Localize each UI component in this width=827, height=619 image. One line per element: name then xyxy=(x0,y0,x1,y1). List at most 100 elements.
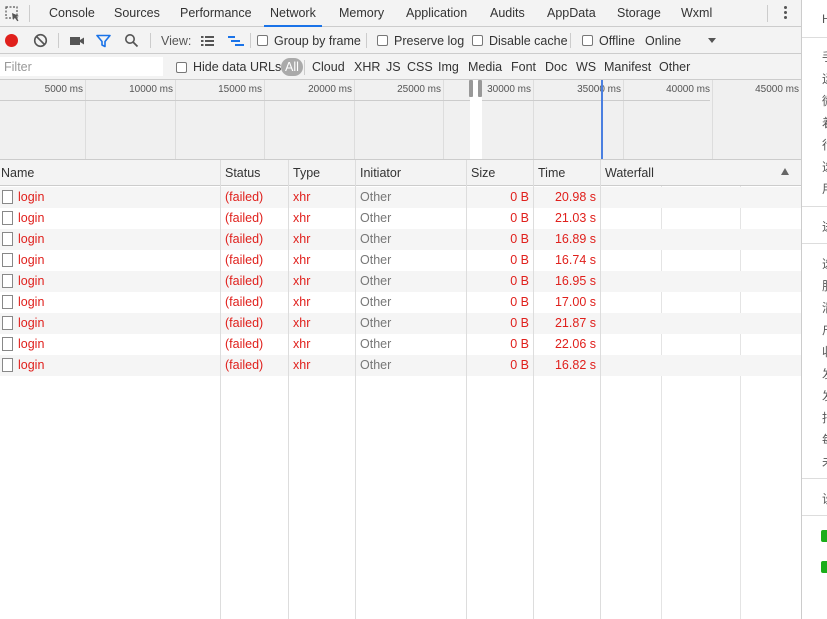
filter-separator xyxy=(304,60,305,75)
column-header-time[interactable]: Time xyxy=(534,160,565,186)
side-panel-text: H xyxy=(822,12,827,26)
table-row[interactable]: login (failed) xhr Other 0 B 16.82 s xyxy=(0,355,801,376)
record-button[interactable] xyxy=(5,27,18,54)
sort-asc-icon[interactable] xyxy=(781,168,789,175)
cell-time: 20.98 s xyxy=(554,190,596,204)
screenshot-button[interactable] xyxy=(69,27,85,54)
tab-sources[interactable]: Sources xyxy=(114,0,160,27)
tab-separator xyxy=(29,5,30,22)
filter-type-xhr[interactable]: XHR xyxy=(354,54,380,80)
cell-initiator: Other xyxy=(360,211,392,225)
tab-application[interactable]: Application xyxy=(406,0,467,27)
filter-type-manifest[interactable]: Manifest xyxy=(604,54,651,80)
timeline-overview[interactable]: 5000 ms 10000 ms 15000 ms 20000 ms 25000… xyxy=(0,80,801,160)
side-panel-divider xyxy=(802,37,827,38)
tab-memory[interactable]: Memory xyxy=(339,0,384,27)
side-panel-text: 设 xyxy=(822,490,827,507)
column-divider[interactable] xyxy=(288,160,289,619)
side-panel-divider xyxy=(802,478,827,479)
tab-audits[interactable]: Audits xyxy=(490,0,525,27)
cell-name[interactable]: login xyxy=(18,187,44,208)
table-row[interactable]: login (failed) xhr Other 0 B 16.74 s xyxy=(0,250,801,271)
cell-size: 0 B xyxy=(510,274,529,288)
cell-name[interactable]: login xyxy=(18,250,44,271)
filter-type-ws[interactable]: WS xyxy=(576,54,596,80)
table-row[interactable]: login (failed) xhr Other 0 B 20.98 s xyxy=(0,187,801,208)
column-divider[interactable] xyxy=(600,160,601,619)
kebab-menu-icon[interactable] xyxy=(778,4,792,22)
devtools-tab-bar: Console Sources Performance Network Memo… xyxy=(0,0,801,27)
cell-initiator: Other xyxy=(360,316,392,330)
filter-type-img[interactable]: Img xyxy=(438,54,459,80)
disable-cache-checkbox[interactable]: Disable cache xyxy=(472,27,568,54)
filter-type-doc[interactable]: Doc xyxy=(545,54,567,80)
column-divider[interactable] xyxy=(355,160,356,619)
cell-name[interactable]: login xyxy=(18,271,44,292)
side-panel-text: 进 xyxy=(822,218,827,235)
throttling-select[interactable]: Online xyxy=(645,27,717,54)
tab-appdata[interactable]: AppData xyxy=(547,0,596,27)
column-header-initiator[interactable]: Initiator xyxy=(356,160,401,186)
column-header-status[interactable]: Status xyxy=(221,160,260,186)
document-icon xyxy=(2,232,13,246)
table-row[interactable]: login (failed) xhr Other 0 B 21.03 s xyxy=(0,208,801,229)
column-divider[interactable] xyxy=(466,160,467,619)
filter-type-font[interactable]: Font xyxy=(511,54,536,80)
column-header-size[interactable]: Size xyxy=(467,160,495,186)
checkbox-checked-icon[interactable] xyxy=(821,561,827,573)
filter-type-js[interactable]: JS xyxy=(386,54,401,80)
tab-storage[interactable]: Storage xyxy=(617,0,661,27)
group-by-frame-checkbox[interactable]: Group by frame xyxy=(257,27,361,54)
inspect-icon[interactable] xyxy=(4,5,22,23)
overview-gridline xyxy=(443,80,444,159)
overview-tick-label: 45000 ms xyxy=(755,84,799,95)
cell-name[interactable]: login xyxy=(18,229,44,250)
cell-name[interactable]: login xyxy=(18,334,44,355)
view-label: View: xyxy=(161,33,192,48)
clear-button[interactable] xyxy=(33,27,48,54)
filter-type-all[interactable]: All xyxy=(281,58,303,76)
cell-name[interactable]: login xyxy=(18,292,44,313)
filter-type-cloud[interactable]: Cloud xyxy=(312,54,345,80)
disable-cache-label: Disable cache xyxy=(489,33,568,48)
toolbar-separator xyxy=(58,33,59,48)
tab-wxml[interactable]: Wxml xyxy=(681,0,712,27)
side-panel-text: 户 xyxy=(822,321,827,338)
cell-initiator: Other xyxy=(360,337,392,351)
large-rows-view-button[interactable] xyxy=(200,27,215,54)
hide-data-urls-checkbox[interactable]: Hide data URLs xyxy=(176,54,281,80)
filter-type-media[interactable]: Media xyxy=(468,54,502,80)
table-row[interactable]: login (failed) xhr Other 0 B 16.89 s xyxy=(0,229,801,250)
search-button[interactable] xyxy=(124,27,139,54)
column-header-waterfall[interactable]: Waterfall xyxy=(601,160,654,186)
side-panel-text: 着 xyxy=(822,114,827,131)
table-row[interactable]: login (failed) xhr Other 0 B 21.87 s xyxy=(0,313,801,334)
overview-view-button[interactable] xyxy=(227,27,245,54)
checkbox-checked-icon[interactable] xyxy=(821,530,827,542)
tab-network[interactable]: Network xyxy=(264,0,322,27)
tab-performance[interactable]: Performance xyxy=(180,0,252,27)
table-row[interactable]: login (failed) xhr Other 0 B 17.00 s xyxy=(0,292,801,313)
filter-type-other[interactable]: Other xyxy=(659,54,690,80)
toolbar-separator xyxy=(250,33,251,48)
column-header-type[interactable]: Type xyxy=(289,160,320,186)
table-row[interactable]: login (failed) xhr Other 0 B 22.06 s xyxy=(0,334,801,355)
filter-toggle-button[interactable] xyxy=(96,27,111,54)
column-divider[interactable] xyxy=(533,160,534,619)
column-divider[interactable] xyxy=(220,160,221,619)
document-icon xyxy=(2,316,13,330)
cell-name[interactable]: login xyxy=(18,208,44,229)
side-panel-text: 指 xyxy=(822,409,827,426)
overview-tick-label: 30000 ms xyxy=(487,84,531,95)
side-panel-text: 收 xyxy=(822,343,827,360)
offline-checkbox[interactable]: Offline xyxy=(582,27,635,54)
filter-input[interactable] xyxy=(0,57,163,76)
filter-type-css[interactable]: CSS xyxy=(407,54,433,80)
preserve-log-checkbox[interactable]: Preserve log xyxy=(377,27,464,54)
table-row[interactable]: login (failed) xhr Other 0 B 16.95 s xyxy=(0,271,801,292)
cell-name[interactable]: login xyxy=(18,313,44,334)
tab-separator xyxy=(767,5,768,22)
tab-console[interactable]: Console xyxy=(49,0,95,27)
column-header-name[interactable]: Name xyxy=(0,160,34,186)
cell-name[interactable]: login xyxy=(18,355,44,376)
